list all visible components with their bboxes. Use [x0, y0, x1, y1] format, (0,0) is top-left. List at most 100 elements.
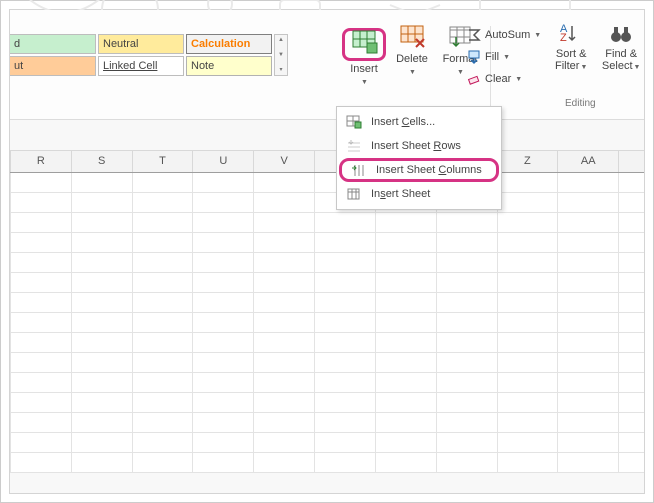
- cell[interactable]: [71, 332, 132, 352]
- cell[interactable]: [558, 272, 619, 292]
- cell[interactable]: [497, 192, 558, 212]
- cell[interactable]: [497, 252, 558, 272]
- cell[interactable]: [193, 212, 254, 232]
- cell[interactable]: [375, 312, 436, 332]
- column-header[interactable]: T: [132, 150, 193, 172]
- cell[interactable]: [558, 212, 619, 232]
- cell[interactable]: [558, 452, 619, 472]
- cell[interactable]: [375, 352, 436, 372]
- cell[interactable]: [315, 392, 376, 412]
- cell[interactable]: [11, 412, 72, 432]
- menu-insert-cells[interactable]: Insert Cells...: [337, 110, 501, 134]
- cell[interactable]: [132, 412, 193, 432]
- cell[interactable]: [132, 332, 193, 352]
- cell[interactable]: [436, 212, 497, 232]
- spreadsheet-grid[interactable]: RSTUVWXYZAAA: [10, 120, 644, 493]
- cell[interactable]: [132, 212, 193, 232]
- cell[interactable]: [11, 432, 72, 452]
- cell[interactable]: [193, 312, 254, 332]
- cell[interactable]: [193, 272, 254, 292]
- cell[interactable]: [11, 312, 72, 332]
- column-header[interactable]: AA: [558, 150, 619, 172]
- cell[interactable]: [375, 452, 436, 472]
- cell[interactable]: [619, 372, 644, 392]
- cell[interactable]: [558, 412, 619, 432]
- cell[interactable]: [315, 272, 376, 292]
- cell[interactable]: [315, 212, 376, 232]
- cell[interactable]: [558, 232, 619, 252]
- cell[interactable]: [436, 332, 497, 352]
- cell[interactable]: [619, 312, 644, 332]
- cell[interactable]: [558, 252, 619, 272]
- style-input[interactable]: ut: [10, 56, 96, 76]
- cell[interactable]: [497, 392, 558, 412]
- cell[interactable]: [497, 292, 558, 312]
- fill-button[interactable]: Fill▼: [464, 48, 543, 66]
- cell[interactable]: [315, 312, 376, 332]
- cell[interactable]: [193, 292, 254, 312]
- insert-button[interactable]: Insert▼: [342, 26, 386, 108]
- cell[interactable]: [375, 292, 436, 312]
- cell[interactable]: [254, 292, 315, 312]
- cell[interactable]: [254, 272, 315, 292]
- cell[interactable]: [619, 352, 644, 372]
- cell[interactable]: [497, 412, 558, 432]
- cell[interactable]: [497, 232, 558, 252]
- cell[interactable]: [71, 172, 132, 192]
- cell[interactable]: [11, 452, 72, 472]
- cell[interactable]: [11, 252, 72, 272]
- cell[interactable]: [375, 272, 436, 292]
- cell[interactable]: [254, 232, 315, 252]
- cell[interactable]: [558, 372, 619, 392]
- cell[interactable]: [132, 312, 193, 332]
- cell[interactable]: [193, 192, 254, 212]
- cell[interactable]: [254, 392, 315, 412]
- cell[interactable]: [71, 192, 132, 212]
- cell[interactable]: [436, 252, 497, 272]
- autosum-button[interactable]: AutoSum▼: [464, 26, 543, 44]
- cell[interactable]: [619, 232, 644, 252]
- cell[interactable]: [436, 292, 497, 312]
- cell[interactable]: [193, 412, 254, 432]
- cell[interactable]: [436, 232, 497, 252]
- cell[interactable]: [71, 232, 132, 252]
- column-header[interactable]: U: [193, 150, 254, 172]
- cell[interactable]: [436, 372, 497, 392]
- cell[interactable]: [11, 272, 72, 292]
- cell[interactable]: [558, 352, 619, 372]
- cell[interactable]: [193, 392, 254, 412]
- cell[interactable]: [375, 252, 436, 272]
- cell[interactable]: [315, 452, 376, 472]
- cell[interactable]: [315, 412, 376, 432]
- cell[interactable]: [254, 372, 315, 392]
- menu-insert-sheet-columns[interactable]: Insert Sheet Columns: [339, 158, 499, 182]
- cell[interactable]: [11, 392, 72, 412]
- cell[interactable]: [315, 332, 376, 352]
- cell[interactable]: [254, 412, 315, 432]
- cell[interactable]: [254, 312, 315, 332]
- cell[interactable]: [132, 432, 193, 452]
- cell[interactable]: [497, 312, 558, 332]
- cell[interactable]: [193, 172, 254, 192]
- cell[interactable]: [254, 192, 315, 212]
- cell[interactable]: [558, 172, 619, 192]
- cell[interactable]: [619, 412, 644, 432]
- cell[interactable]: [558, 292, 619, 312]
- cell[interactable]: [315, 252, 376, 272]
- cell[interactable]: [619, 192, 644, 212]
- cell[interactable]: [497, 432, 558, 452]
- cell[interactable]: [497, 272, 558, 292]
- cell[interactable]: [436, 452, 497, 472]
- cell[interactable]: [497, 332, 558, 352]
- cell[interactable]: [132, 392, 193, 412]
- style-linked-cell[interactable]: Linked Cell: [98, 56, 184, 76]
- menu-insert-sheet[interactable]: Insert Sheet: [337, 182, 501, 206]
- cell[interactable]: [71, 212, 132, 232]
- cell[interactable]: [497, 372, 558, 392]
- cell[interactable]: [558, 392, 619, 412]
- cell[interactable]: [375, 332, 436, 352]
- column-header[interactable]: R: [11, 150, 72, 172]
- cell[interactable]: [619, 292, 644, 312]
- cell[interactable]: [619, 452, 644, 472]
- style-good[interactable]: d: [10, 34, 96, 54]
